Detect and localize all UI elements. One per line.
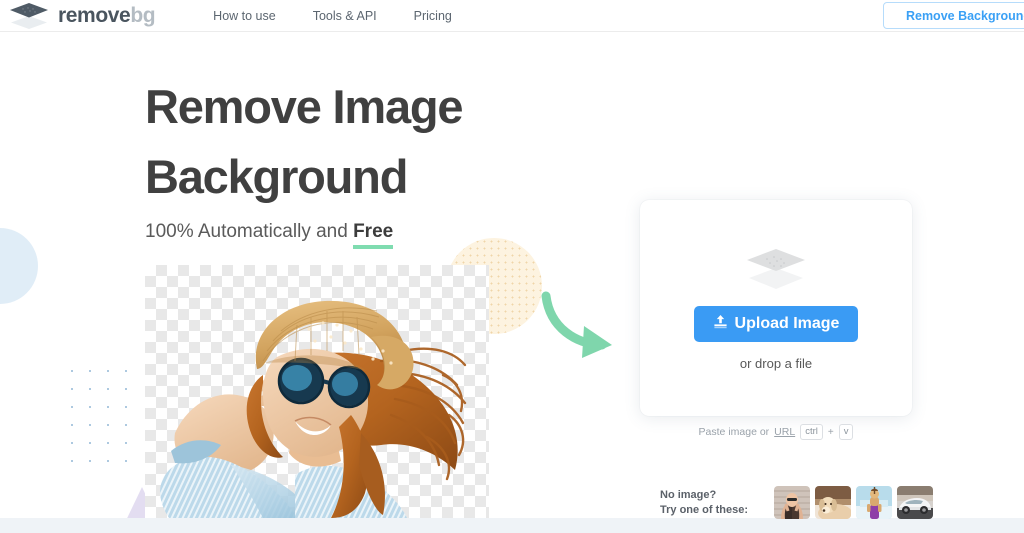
paste-hint-prefix: Paste image or (699, 426, 770, 438)
logo-wordmark: removebg (58, 4, 155, 28)
drop-file-hint: or drop a file (740, 356, 812, 371)
nav-link-pricing[interactable]: Pricing (414, 9, 452, 23)
sample-person-winter-snow[interactable] (856, 486, 892, 519)
hero-sample-image (145, 265, 489, 518)
paste-url-link[interactable]: URL (774, 426, 795, 438)
kbd-ctrl: ctrl (800, 424, 823, 440)
sample-label-line-2: Try one of these: (660, 503, 748, 518)
logo-text-primary: remove (58, 4, 130, 27)
upload-card[interactable]: Upload Image or drop a file (640, 200, 912, 416)
decorative-blue-circle (0, 228, 38, 304)
sample-thumbnail-list (774, 486, 933, 519)
kbd-v: v (839, 424, 854, 440)
decorative-dot-grid (63, 362, 139, 474)
logo-text-secondary: bg (130, 4, 155, 27)
remove-background-button[interactable]: Remove Background (883, 2, 1024, 29)
hero-subtitle-highlight: Free (353, 221, 393, 244)
hero-title-line-1: Remove Image (145, 72, 462, 142)
hero-subtitle-prefix: 100% Automatically and (145, 221, 353, 242)
main-navigation: How to use Tools & API Pricing (213, 9, 452, 23)
hero-subtitle: 100% Automatically and Free (145, 221, 462, 243)
upload-image-button-label: Upload Image (735, 315, 840, 333)
sample-label-line-1: No image? (660, 488, 748, 503)
site-logo[interactable]: removebg (8, 3, 155, 29)
nav-link-how-to-use[interactable]: How to use (213, 9, 276, 23)
sample-white-sports-car[interactable] (897, 486, 933, 519)
hero-text-block: Remove Image Background 100% Automatical… (145, 72, 462, 243)
site-header: removebg How to use Tools & API Pricing … (0, 0, 1024, 32)
nav-link-tools-api[interactable]: Tools & API (313, 9, 377, 23)
layers-stack-icon (743, 246, 809, 292)
sample-woman-sunglasses[interactable] (774, 486, 810, 519)
layers-stack-icon (8, 3, 50, 29)
decorative-bottom-band (0, 518, 1024, 533)
paste-hint-row: Paste image or URL ctrl + v (640, 424, 912, 440)
sample-images-label: No image? Try one of these: (660, 488, 748, 518)
sample-images-section: No image? Try one of these: (660, 486, 933, 519)
upload-icon (713, 314, 728, 334)
kbd-plus: + (828, 427, 834, 438)
curved-arrow-right-icon (540, 288, 620, 360)
hero-title-line-2: Background (145, 142, 462, 212)
sample-golden-retriever-dog[interactable] (815, 486, 851, 519)
upload-image-button[interactable]: Upload Image (694, 306, 859, 342)
